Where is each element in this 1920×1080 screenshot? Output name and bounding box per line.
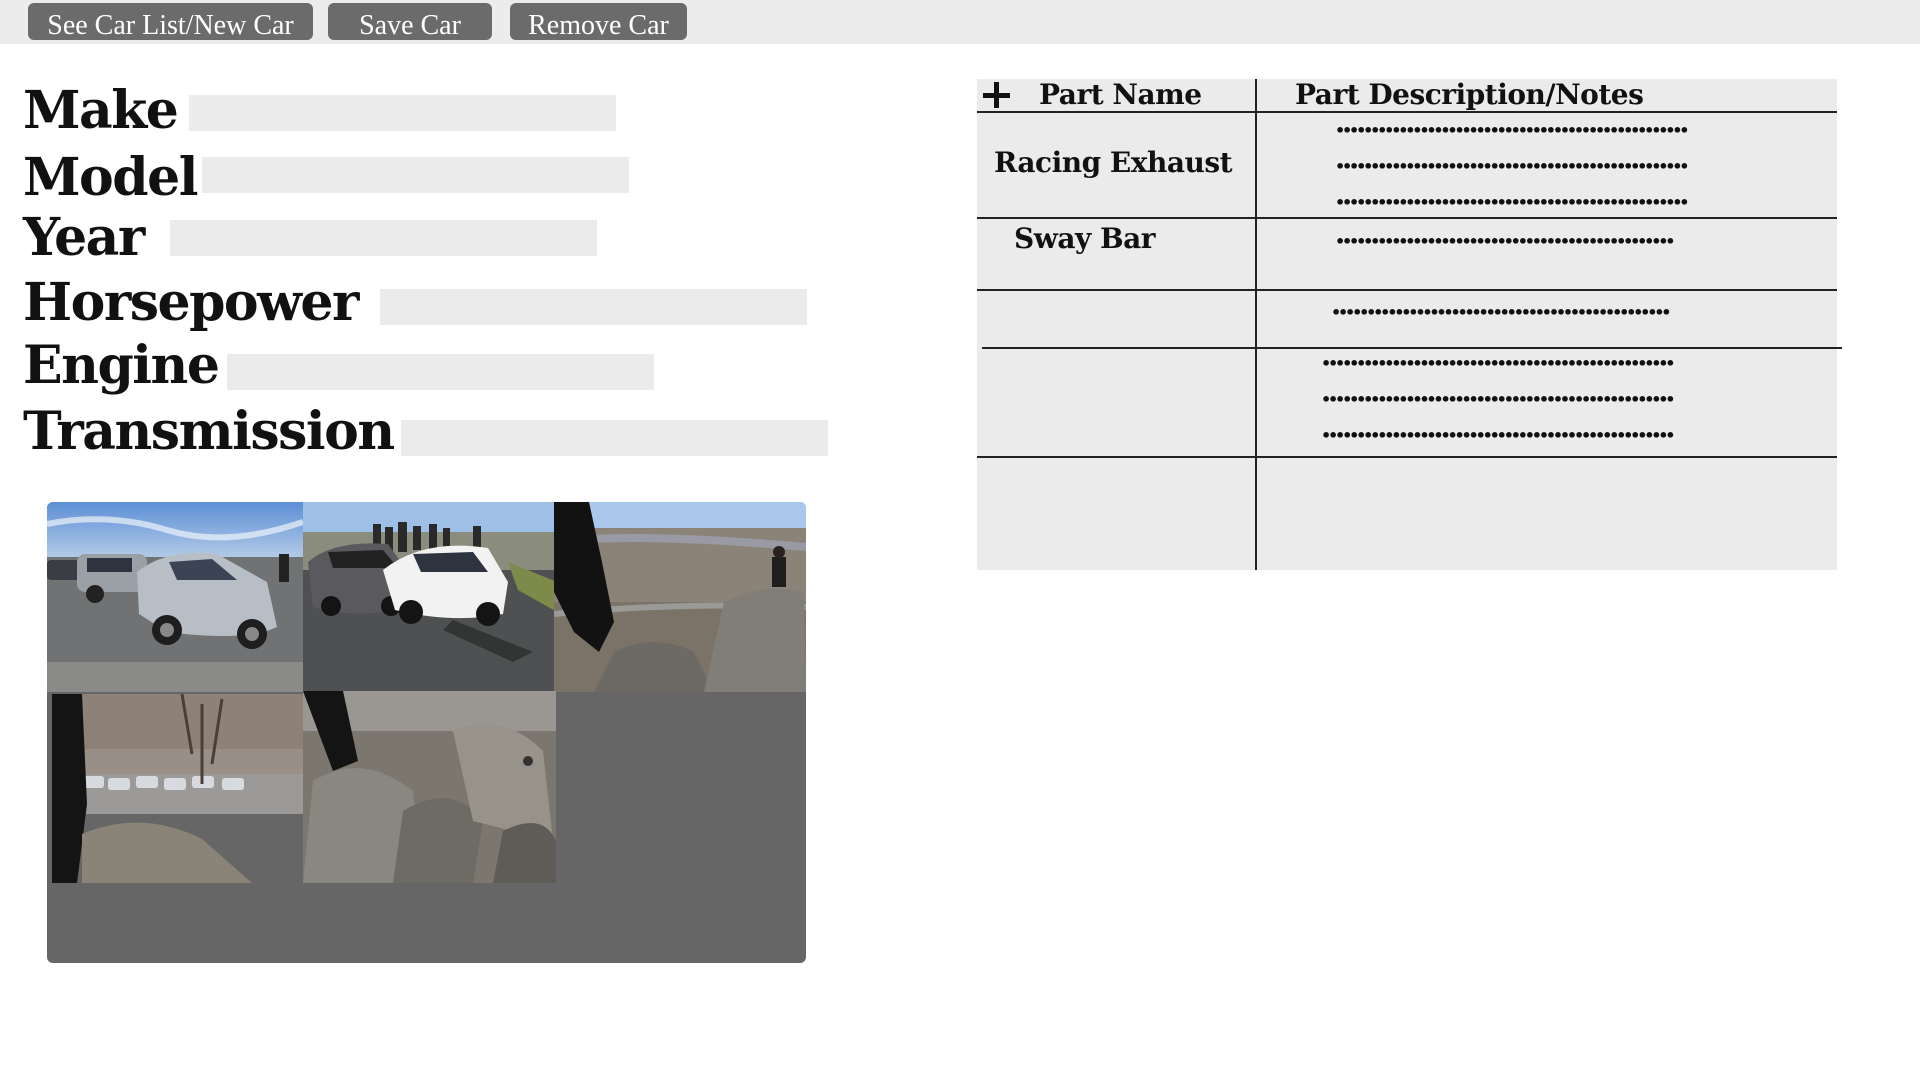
transmission-label: Transmission	[23, 401, 395, 462]
remove-car-button[interactable]: Remove Car	[510, 3, 687, 40]
year-input[interactable]	[170, 220, 597, 256]
horsepower-label: Horsepower	[23, 272, 359, 333]
part-notes-line[interactable]: ••••••••••••••••••••••••••••••••••••••••…	[1335, 123, 1690, 139]
transmission-input[interactable]	[401, 420, 828, 456]
table-divider	[982, 347, 1842, 349]
table-divider	[977, 217, 1837, 219]
plus-icon[interactable]	[981, 80, 1011, 110]
toolbar: See Car List/New Car Save Car Remove Car	[0, 0, 1920, 44]
make-input[interactable]	[189, 95, 616, 131]
photo-boulders[interactable]	[303, 691, 556, 883]
photo-gallery	[47, 502, 806, 963]
make-label: Make	[23, 80, 179, 141]
photo-overlook-parking[interactable]	[52, 694, 303, 883]
year-label: Year	[23, 207, 145, 268]
part-notes-line[interactable]: ••••••••••••••••••••••••••••••••••••••••…	[1321, 392, 1676, 408]
part-notes-line[interactable]: ••••••••••••••••••••••••••••••••••••••••…	[1321, 356, 1676, 372]
photo-parked-cars-hatchback[interactable]	[47, 502, 303, 692]
part-name-header: Part Name	[1039, 78, 1202, 111]
part-notes-line[interactable]: ••••••••••••••••••••••••••••••••••••••••…	[1331, 305, 1671, 321]
save-car-button[interactable]: Save Car	[328, 3, 492, 40]
table-divider	[977, 111, 1837, 113]
part-notes-line[interactable]: ••••••••••••••••••••••••••••••••••••••••…	[1335, 159, 1690, 175]
table-divider	[977, 456, 1837, 458]
part-notes-line[interactable]: ••••••••••••••••••••••••••••••••••••••••…	[1335, 195, 1690, 211]
part-name-cell[interactable]: Racing Exhaust	[994, 149, 1233, 177]
part-name-cell[interactable]: Sway Bar	[1014, 225, 1156, 253]
model-input[interactable]	[202, 157, 629, 193]
table-divider	[977, 289, 1837, 291]
engine-input[interactable]	[227, 354, 654, 390]
horsepower-input[interactable]	[380, 289, 807, 325]
photo-rocky-overlook-valley[interactable]	[554, 502, 806, 692]
see-car-list-button[interactable]: See Car List/New Car	[28, 3, 313, 40]
photo-sports-cars-overlook[interactable]	[303, 502, 557, 692]
part-description-header: Part Description/Notes	[1295, 78, 1644, 111]
parts-table: Part Name Part Description/Notes Racing …	[977, 78, 1842, 570]
model-label: Model	[23, 147, 198, 208]
engine-label: Engine	[23, 335, 220, 396]
part-notes-line[interactable]: ••••••••••••••••••••••••••••••••••••••••…	[1321, 428, 1676, 444]
part-notes-line[interactable]: ••••••••••••••••••••••••••••••••••••••••…	[1335, 234, 1675, 250]
table-column-divider	[1255, 79, 1257, 570]
